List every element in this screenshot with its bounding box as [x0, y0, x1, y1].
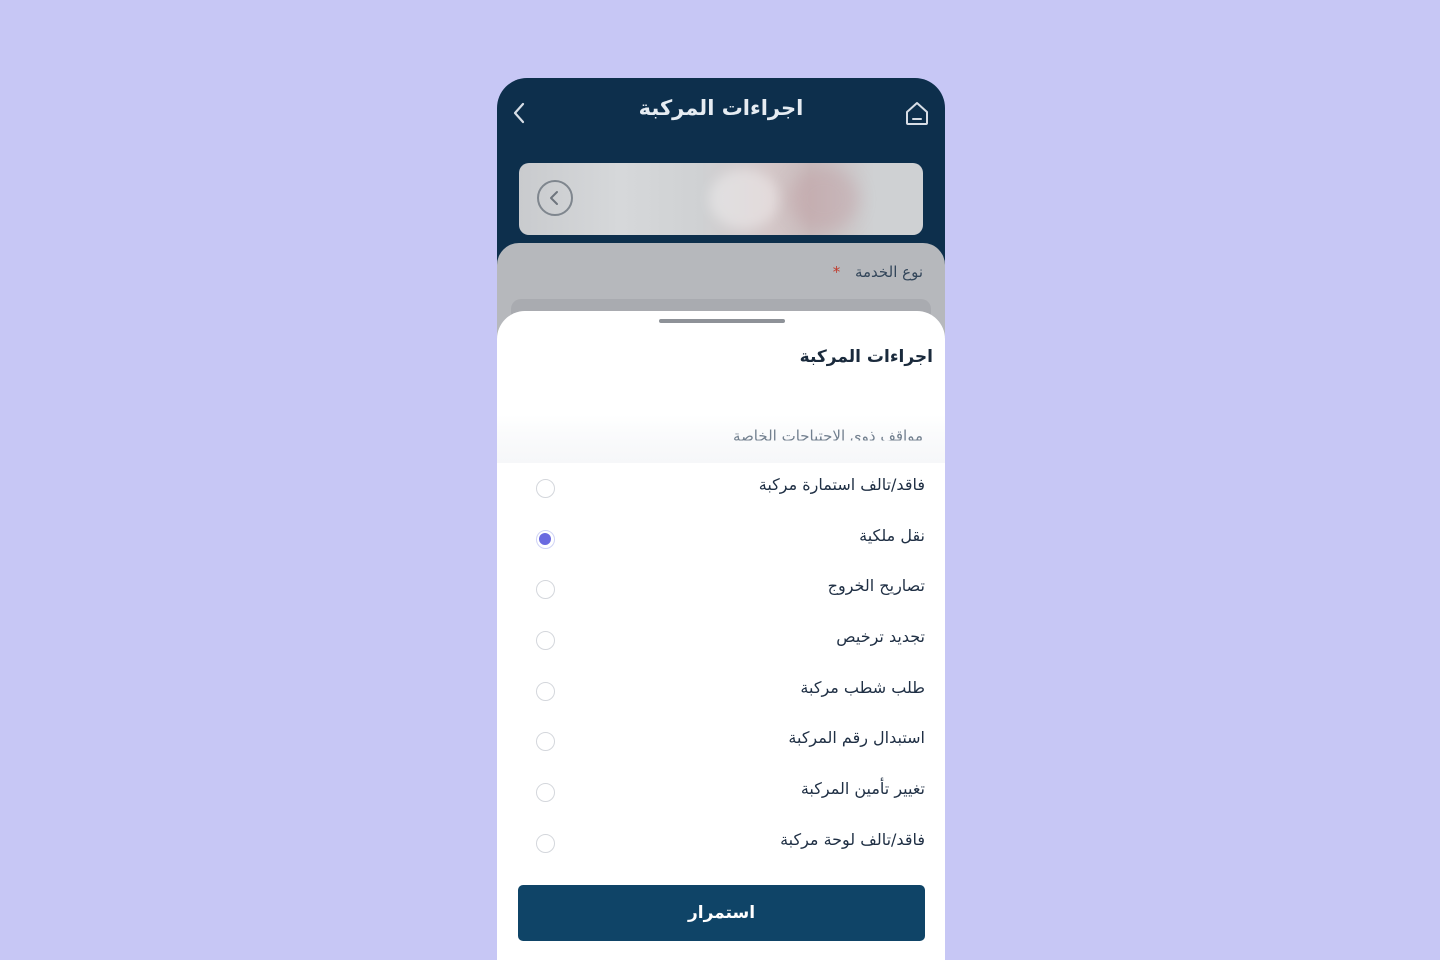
options-list: فاقد/تالف استمارة مركبة نقل ملكية تصاريح ا… — [497, 463, 945, 869]
chevron-left-icon — [550, 191, 558, 205]
radio-unselected[interactable] — [536, 732, 555, 752]
option-partially-visible[interactable]: مواقف ذوي الاحتياجات الخاصة — [497, 415, 945, 463]
option-row[interactable]: فاقد/تالف لوحة مركبة — [497, 818, 945, 869]
option-label: نقل ملكية — [859, 525, 925, 545]
radio-unselected[interactable] — [536, 580, 555, 600]
option-row[interactable]: طلب شطب مركبة — [497, 666, 945, 717]
home-icon — [906, 102, 928, 125]
radio-unselected[interactable] — [536, 479, 555, 498]
blurred-content — [789, 167, 859, 231]
option-row[interactable]: فاقد/تالف استمارة مركبة — [497, 463, 945, 514]
bottom-sheet: اجراءات المركبة مواقف ذوي الاحتياجات الخ… — [497, 311, 945, 960]
blurred-content — [709, 169, 779, 229]
home-button[interactable] — [903, 98, 931, 128]
card-nav-button[interactable] — [537, 180, 573, 216]
option-label: مواقف ذوي الاحتياجات الخاصة — [733, 427, 923, 445]
radio-unselected[interactable] — [536, 631, 555, 651]
option-row[interactable]: نقل ملكية — [497, 514, 945, 565]
top-bar: اجراءات المركبة — [497, 78, 945, 148]
option-label: استبدال رقم المركبة — [788, 728, 925, 748]
option-label: تغيير تأمين المركبة — [800, 779, 925, 799]
sheet-title: اجراءات المركبة — [799, 347, 933, 367]
service-type-label-text: نوع الخدمة — [854, 263, 923, 281]
sheet-grabber[interactable] — [659, 319, 785, 323]
option-label: فاقد/تالف استمارة مركبة — [758, 475, 925, 494]
continue-button[interactable]: استمرار — [518, 885, 925, 941]
option-row[interactable]: تغيير تأمين المركبة — [497, 767, 945, 818]
option-label: تصاريح الخروج — [827, 576, 925, 596]
radio-selected[interactable] — [536, 529, 555, 549]
service-type-label: نوع الخدمة * — [833, 263, 923, 281]
radio-unselected[interactable] — [536, 783, 555, 803]
option-label: تجديد ترخيص — [836, 627, 925, 647]
phone-screen: اجراءات المركبة نوع الخدمة * اجراءات الم… — [497, 78, 945, 960]
option-row[interactable]: تجديد ترخيص — [497, 615, 945, 666]
radio-unselected[interactable] — [536, 833, 555, 853]
option-row[interactable]: تصاريح الخروج — [497, 564, 945, 615]
option-label: فاقد/تالف لوحة مركبة — [780, 829, 925, 849]
page-title: اجراءات المركبة — [638, 96, 804, 120]
required-mark: * — [832, 263, 841, 281]
option-label: طلب شطب مركبة — [800, 677, 925, 697]
vehicle-card[interactable] — [519, 163, 923, 235]
option-row[interactable]: استبدال رقم المركبة — [497, 716, 945, 767]
radio-unselected[interactable] — [536, 681, 555, 701]
